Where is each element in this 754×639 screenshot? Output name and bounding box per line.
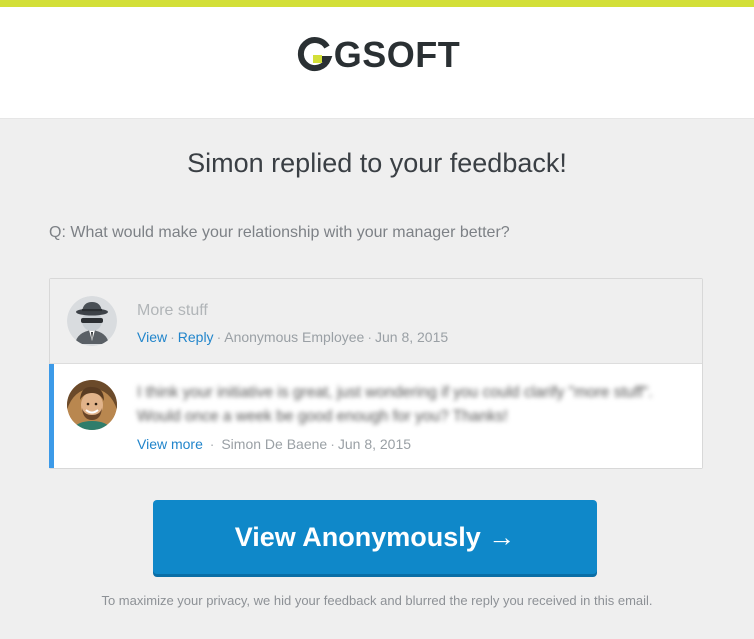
view-anonymously-button[interactable]: View Anonymously → (153, 500, 597, 574)
feedback-question: Q: What would make your relationship wit… (49, 224, 510, 241)
thread-post-anonymous: More stuff View · Reply · Anonymous Employee… (50, 279, 702, 364)
separator: · (205, 436, 219, 452)
post-message: More stuff (137, 302, 208, 319)
privacy-note: To maximize your privacy, we hid your fe… (101, 593, 653, 608)
reply-accent-bar (49, 364, 54, 468)
post-meta: View · Reply · Anonymous Employee · Jun 8, 201… (137, 329, 686, 345)
post-author: Simon De Baene (221, 436, 328, 452)
g-logo-icon (294, 36, 334, 73)
post-content: I think your initiative is great, just w… (137, 381, 686, 452)
view-link[interactable]: View (137, 329, 167, 345)
thread-post-reply: I think your initiative is great, just w… (49, 364, 702, 468)
blurred-reply-message: I think your initiative is great, just w… (137, 384, 653, 425)
brand-logo: GSOFT (294, 33, 461, 75)
view-more-link[interactable]: View more (137, 436, 203, 452)
brand-wordmark: GSOFT (333, 33, 461, 75)
separator: · (330, 436, 335, 452)
post-date: Jun 8, 2015 (337, 436, 412, 452)
post-author: Anonymous Employee (224, 328, 365, 345)
email-header: GSOFT (0, 7, 754, 119)
separator: · (170, 328, 175, 345)
post-meta: View more · Simon De Baene · Jun 8, 2015 (137, 436, 686, 452)
feedback-thread: More stuff View · Reply · Anonymous Employee… (49, 278, 703, 469)
post-content: More stuff View · Reply · Anonymous Employee… (137, 301, 686, 345)
top-accent-bar (0, 0, 754, 7)
spy-avatar-icon (67, 296, 117, 346)
separator: · (216, 328, 222, 345)
user-avatar (67, 380, 117, 430)
separator: · (367, 328, 372, 345)
reply-link[interactable]: Reply (178, 329, 214, 345)
post-date: Jun 8, 2015 (374, 328, 449, 345)
email-title: Simon replied to your feedback! (187, 148, 567, 178)
